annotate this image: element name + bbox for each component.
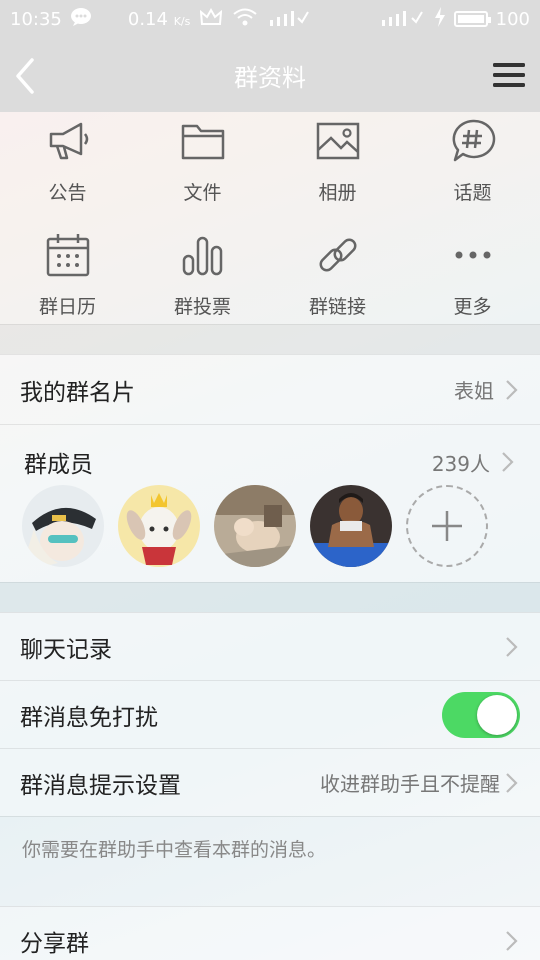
hint-text: 你需要在群助手中查看本群的消息。 — [0, 816, 540, 906]
row-value: 收进群助手且不提醒 — [320, 772, 500, 796]
menu-icon[interactable] — [492, 60, 526, 90]
chevron-right-icon — [504, 635, 520, 659]
grid-item-topics[interactable]: 话题 — [405, 118, 540, 218]
row-label: 分享群 — [20, 930, 89, 957]
grid-item-files[interactable]: 文件 — [135, 118, 270, 218]
page-title: 群资料 — [234, 63, 306, 92]
notify-settings-row[interactable]: 群消息提示设置 收进群助手且不提醒 — [0, 748, 540, 816]
grid-item-vote[interactable]: 群投票 — [135, 232, 270, 332]
grid-item-more[interactable]: 更多 — [405, 232, 540, 332]
chat-bubble-icon — [70, 7, 92, 32]
member-avatar[interactable] — [310, 485, 392, 567]
status-bar: 10:35 0.14 K/s 100 — [0, 0, 540, 38]
bar-chart-icon — [180, 232, 226, 282]
grid-label: 更多 — [453, 296, 492, 318]
row-label: 聊天记录 — [20, 636, 112, 663]
grid-label: 群链接 — [308, 296, 366, 318]
row-label: 群消息提示设置 — [20, 772, 181, 799]
row-label: 我的群名片 — [20, 379, 135, 406]
grid-item-album[interactable]: 相册 — [270, 118, 405, 218]
network-speed: 0.14 K/s — [127, 8, 191, 30]
link-icon — [315, 232, 361, 282]
section-divider — [0, 582, 540, 612]
member-avatar[interactable] — [214, 485, 296, 567]
crown-icon — [200, 7, 223, 31]
section-divider — [0, 324, 540, 354]
more-dots-icon — [450, 232, 496, 282]
chat-history-row[interactable]: 聊天记录 — [0, 612, 540, 680]
charging-icon — [434, 6, 446, 32]
grid-item-announcement[interactable]: 公告 — [0, 118, 135, 218]
grid-label: 群投票 — [173, 296, 231, 318]
grid-label: 话题 — [453, 182, 492, 204]
nav-bar: 群资料 — [0, 38, 540, 112]
signal-icon-2 — [380, 8, 426, 31]
chevron-right-icon — [500, 450, 516, 474]
mute-messages-row: 群消息免打扰 — [0, 680, 540, 748]
grid-item-link[interactable]: 群链接 — [270, 232, 405, 332]
calendar-icon — [45, 232, 91, 282]
chevron-right-icon — [504, 771, 520, 795]
wifi-icon — [232, 7, 258, 32]
row-label: 群消息免打扰 — [20, 704, 158, 731]
grid-item-calendar[interactable]: 群日历 — [0, 232, 135, 332]
hashtag-bubble-icon — [450, 118, 496, 168]
member-avatar[interactable] — [118, 485, 200, 567]
folder-icon — [180, 118, 226, 168]
function-grid: 公告 文件 相册 话题 群日历 群投票 群链接 更多 — [0, 112, 540, 324]
status-time: 10:35 — [10, 8, 62, 30]
grid-label: 公告 — [48, 182, 87, 204]
signal-icon — [268, 8, 312, 31]
back-icon[interactable] — [10, 56, 44, 96]
share-group-row[interactable]: 分享群 — [0, 906, 540, 960]
chevron-right-icon — [504, 929, 520, 953]
members-count: 239人 — [431, 451, 490, 476]
battery-icon — [453, 11, 491, 27]
grid-label: 相册 — [318, 182, 357, 204]
megaphone-icon — [45, 118, 91, 168]
my-group-card-row[interactable]: 我的群名片 表姐 — [0, 354, 540, 424]
add-member-button[interactable] — [406, 485, 488, 567]
row-value: 表姐 — [454, 379, 494, 403]
plus-icon — [432, 511, 462, 541]
battery-level: 100 — [495, 8, 530, 30]
image-icon — [315, 118, 361, 168]
grid-label: 文件 — [183, 182, 222, 204]
mute-toggle[interactable] — [442, 691, 520, 738]
grid-label: 群日历 — [38, 296, 96, 318]
chevron-right-icon — [504, 378, 520, 402]
toggle-knob — [477, 694, 517, 735]
members-label: 群成员 — [24, 452, 93, 478]
member-avatar[interactable] — [22, 485, 104, 567]
members-section[interactable]: 群成员 239人 — [0, 424, 540, 582]
